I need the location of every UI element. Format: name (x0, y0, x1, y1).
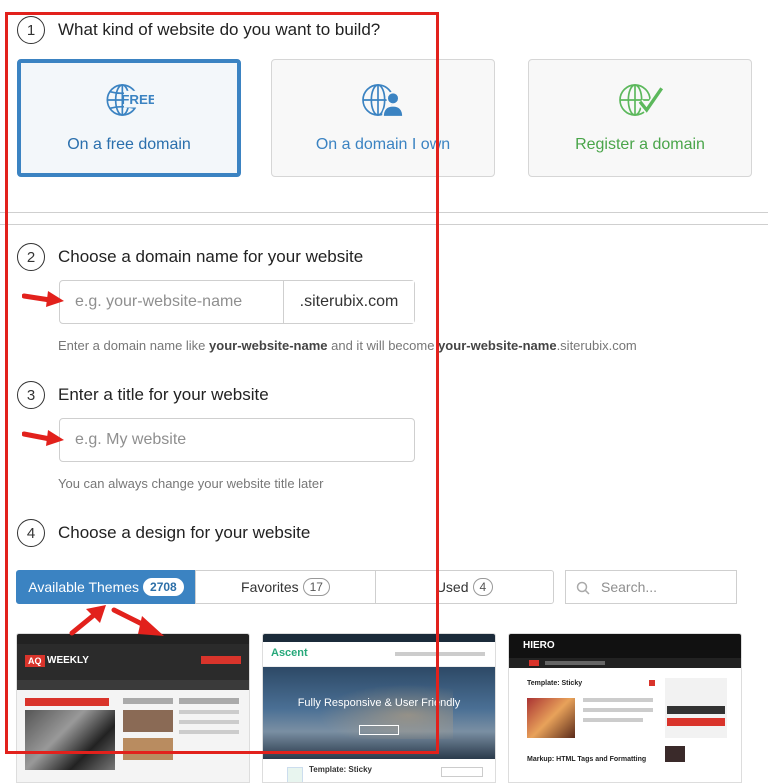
search-placeholder: Search... (601, 579, 658, 595)
globe-user-icon (362, 84, 404, 118)
theme-search-input[interactable]: Search... (565, 570, 737, 604)
step-2-heading: 2 Choose a domain name for your website (17, 243, 363, 271)
globe-check-icon (619, 84, 665, 116)
globe-free-icon: FREE (106, 84, 154, 116)
arrow-annotation-icon (111, 607, 164, 636)
website-title-placeholder: e.g. My website (75, 431, 187, 448)
free-domain-option[interactable]: FREE On a free domain (17, 59, 241, 177)
step-1-heading: 1 What kind of website do you want to bu… (17, 16, 380, 44)
register-domain-label: Register a domain (575, 136, 705, 153)
domain-help-text: Enter a domain name like your-website-na… (58, 338, 637, 353)
search-icon (576, 581, 590, 595)
theme-card-hiero[interactable]: HIERO Template: Sticky Markup: HTML Tags… (508, 633, 742, 783)
tab-label: Used (435, 579, 469, 595)
theme-card-weekly[interactable]: AQ WEEKLY (16, 633, 250, 783)
step-number: 3 (17, 381, 45, 409)
tab-count-badge: 4 (472, 578, 494, 596)
theme-card-ascent[interactable]: Ascent Fully Responsive & User Friendly … (262, 633, 496, 783)
theme-hero-text: Fully Responsive & User Friendly (297, 697, 461, 709)
step-number: 1 (17, 16, 45, 44)
own-domain-label: On a domain I own (315, 136, 451, 153)
theme-logo: HIERO (523, 640, 555, 651)
section-divider (0, 212, 768, 213)
domain-suffix: .siterubix.com (283, 281, 414, 323)
free-badge-text: FREE (121, 92, 154, 107)
own-domain-option[interactable]: On a domain I own (271, 59, 495, 177)
tab-used[interactable]: Used 4 (375, 570, 554, 604)
domain-name-placeholder: e.g. your-website-name (75, 293, 243, 310)
free-domain-label: On a free domain (67, 136, 191, 153)
section-divider (0, 224, 768, 225)
tab-available-themes[interactable]: Available Themes 2708 (16, 570, 196, 604)
theme-post-title: Template: Sticky (309, 765, 372, 774)
tab-favorites[interactable]: Favorites 17 (195, 570, 376, 604)
arrow-annotation-icon (69, 605, 106, 636)
step-title: Enter a title for your website (58, 385, 269, 404)
tab-count-badge: 17 (302, 578, 330, 596)
theme-post-title: Markup: HTML Tags and Formatting (527, 756, 647, 763)
tab-label: Favorites (241, 579, 299, 595)
step-4-heading: 4 Choose a design for your website (17, 519, 310, 547)
theme-post-title: Template: Sticky (527, 680, 583, 687)
tab-label: Available Themes (28, 579, 140, 595)
step-title: What kind of website do you want to buil… (58, 20, 381, 39)
title-help-text: You can always change your website title… (58, 476, 324, 491)
step-title: Choose a domain name for your website (58, 247, 364, 266)
step-number: 2 (17, 243, 45, 271)
domain-name-input[interactable]: e.g. your-website-name .siterubix.com (59, 280, 415, 324)
website-title-input[interactable]: e.g. My website (59, 418, 415, 462)
theme-logo: WEEKLY (47, 655, 89, 666)
tab-count-badge: 2708 (143, 578, 184, 596)
step-title: Choose a design for your website (58, 523, 311, 542)
step-number: 4 (17, 519, 45, 547)
arrow-annotation-icon (22, 291, 64, 307)
theme-logo: Ascent (271, 647, 308, 659)
theme-logo-badge: AQ (25, 655, 45, 667)
register-domain-option[interactable]: Register a domain (528, 59, 752, 177)
arrow-annotation-icon (22, 430, 64, 446)
step-3-heading: 3 Enter a title for your website (17, 381, 269, 409)
